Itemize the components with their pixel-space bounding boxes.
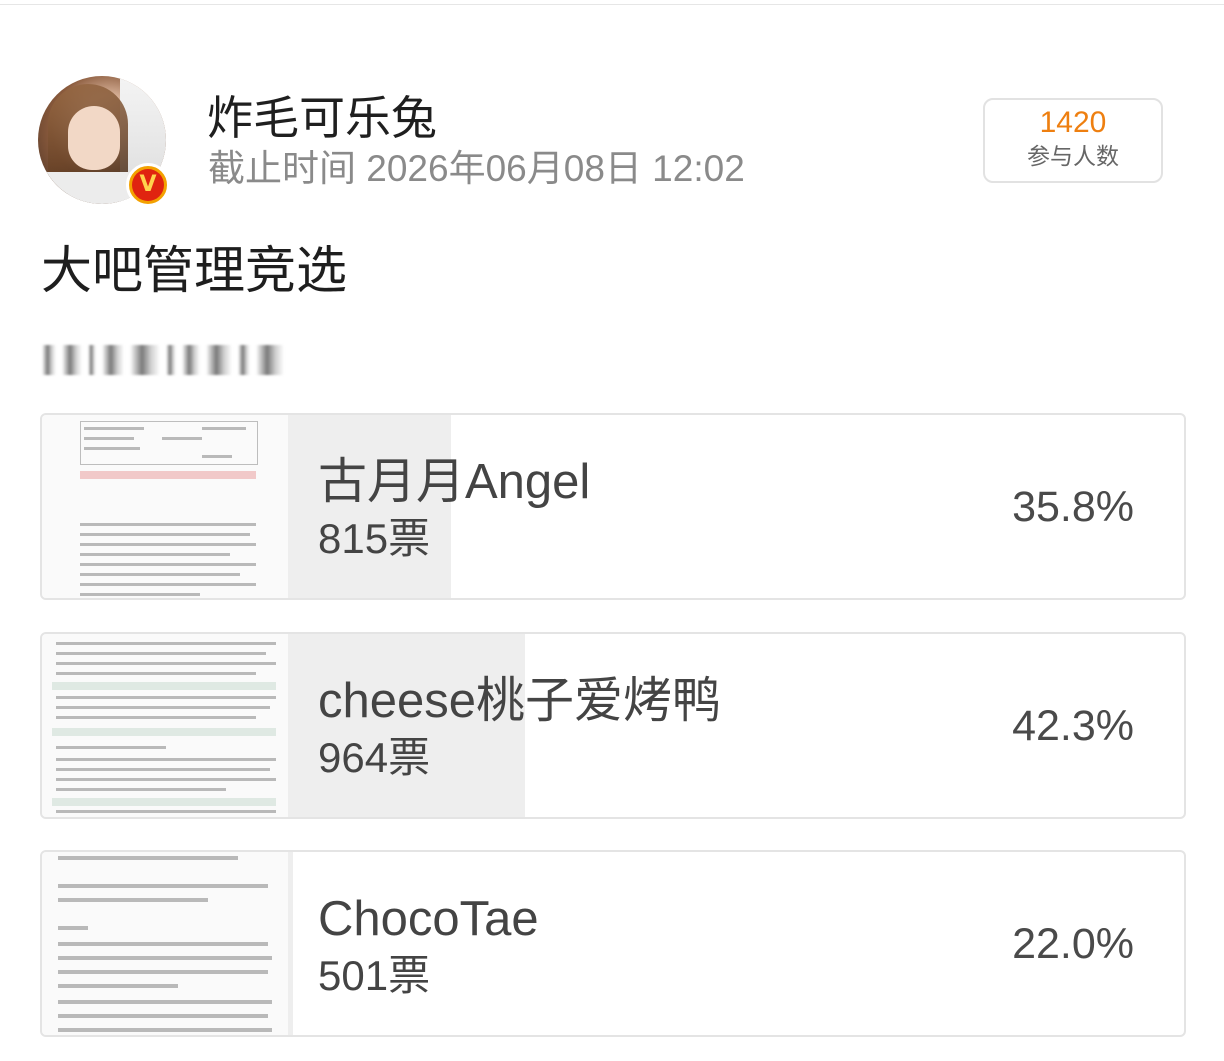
verified-v-icon: V bbox=[126, 163, 170, 207]
poll-option[interactable]: cheese桃子爱烤鸭 964票 42.3% bbox=[40, 632, 1186, 819]
option-thumbnail-image bbox=[42, 852, 288, 1035]
blurred-description bbox=[42, 342, 284, 378]
participants-counter: 1420 参与人数 bbox=[983, 98, 1163, 183]
option-name: 古月月Angel bbox=[318, 455, 591, 509]
poll-option[interactable]: ChocoTae 501票 22.0% bbox=[40, 850, 1186, 1037]
poll-deadline: 截止时间 2026年06月08日 12:02 bbox=[208, 148, 745, 189]
option-thumbnail-image bbox=[42, 415, 288, 598]
option-name: cheese桃子爱烤鸭 bbox=[318, 674, 722, 728]
participants-count: 1420 bbox=[1039, 106, 1107, 139]
option-name: ChocoTae bbox=[318, 892, 539, 946]
option-votes: 815票 bbox=[318, 515, 431, 562]
option-votes: 501票 bbox=[318, 952, 431, 999]
poll-option[interactable]: 古月月Angel 815票 35.8% bbox=[40, 413, 1186, 600]
top-divider bbox=[0, 4, 1224, 5]
option-percent: 22.0% bbox=[1012, 920, 1134, 968]
poll-title: 大吧管理竞选 bbox=[41, 242, 348, 299]
option-percent: 35.8% bbox=[1012, 483, 1134, 531]
avatar-face bbox=[68, 106, 120, 170]
option-votes: 964票 bbox=[318, 734, 431, 781]
username[interactable]: 炸毛可乐兔 bbox=[207, 90, 437, 146]
verified-badge-letter: V bbox=[132, 169, 164, 201]
option-percent: 42.3% bbox=[1012, 702, 1134, 750]
option-thumbnail-image bbox=[42, 634, 288, 817]
participants-label: 参与人数 bbox=[1027, 143, 1119, 169]
